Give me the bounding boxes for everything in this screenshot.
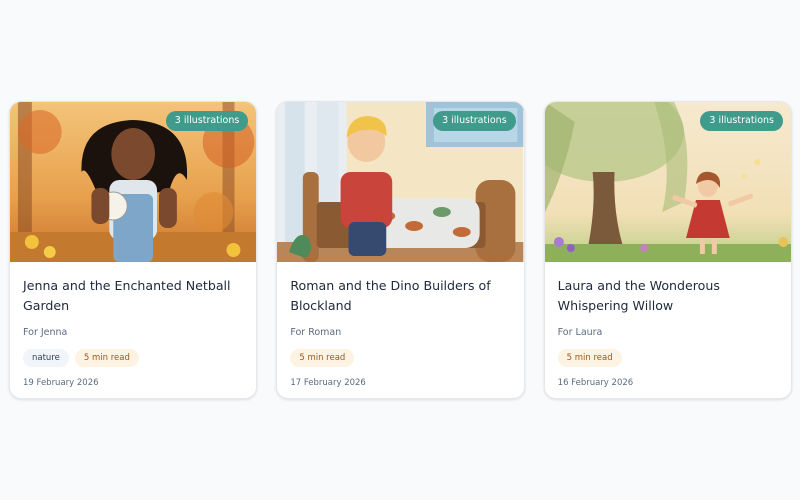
tag-read-time: 5 min read xyxy=(557,349,622,367)
story-grid: 3 illustrations Jenna and the Enchanted … xyxy=(9,101,792,399)
story-thumbnail: 3 illustrations xyxy=(277,102,524,262)
story-date: 17 February 2026 xyxy=(290,378,366,388)
story-card[interactable]: 3 illustrations Roman and the Dino Build… xyxy=(276,101,525,399)
tag-read-time: 5 min read xyxy=(74,349,139,367)
story-tags: nature 5 min read xyxy=(23,349,242,367)
illustrations-badge: 3 illustrations xyxy=(433,111,516,131)
tag-topic: nature xyxy=(23,349,69,367)
story-tags: 5 min read xyxy=(290,349,509,367)
story-recipient: For Jenna xyxy=(23,327,68,338)
story-title[interactable]: Roman and the Dino Builders of Blockland xyxy=(290,276,509,316)
story-thumbnail: 3 illustrations xyxy=(544,102,791,262)
tag-read-time: 5 min read xyxy=(290,349,355,367)
story-title[interactable]: Jenna and the Enchanted Netball Garden xyxy=(23,276,242,316)
story-card[interactable]: 3 illustrations Jenna and the Enchanted … xyxy=(9,101,258,399)
story-tags: 5 min read xyxy=(557,349,777,367)
story-date: 16 February 2026 xyxy=(557,378,634,388)
story-recipient: For Roman xyxy=(290,327,342,338)
illustrations-badge: 3 illustrations xyxy=(165,111,249,131)
illustrations-badge: 3 illustrations xyxy=(700,111,783,131)
story-thumbnail: 3 illustrations xyxy=(10,102,257,262)
story-card[interactable]: 3 illustrations Laura and the Wonderous … xyxy=(543,101,792,399)
story-recipient: For Laura xyxy=(557,327,603,338)
story-title[interactable]: Laura and the Wonderous Whispering Willo… xyxy=(558,276,777,316)
story-date: 19 February 2026 xyxy=(23,378,99,388)
